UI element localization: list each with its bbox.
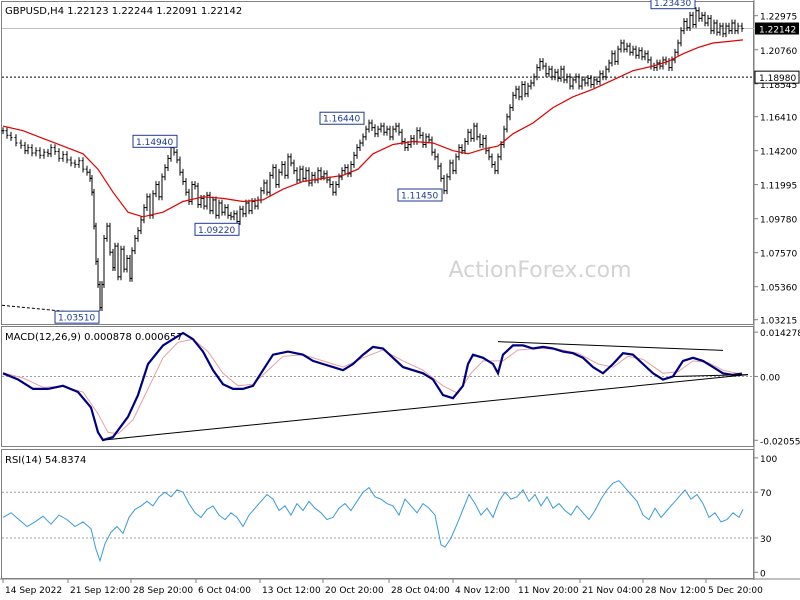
price-level-annotation: 1.11450 — [401, 192, 438, 202]
current-price-label: 1.22142 — [759, 26, 796, 36]
macd-y-tick-label: -0.020556 — [760, 437, 800, 447]
macd-pane — [1, 326, 754, 447]
price-pane-title: GBPUSD,H4 1.22123 1.22244 1.22091 1.2214… — [5, 6, 242, 17]
price-y-tick-label: 1.03215 — [760, 317, 797, 327]
x-tick-label: 20 Oct 20:00 — [325, 586, 384, 596]
x-tick-label: 28 Sep 20:00 — [133, 586, 193, 596]
price-y-tick-label: 1.22975 — [760, 13, 797, 23]
price-y-tick-label: 1.05360 — [760, 284, 797, 294]
rsi-y-tick-label: 30 — [760, 535, 772, 545]
price-series-layer: 1.23430 1.16440 1.14940 1.11450 1.09220 1.035… — [1, 0, 754, 324]
rsi-y-tick-label: 0 — [760, 569, 766, 579]
x-tick-label: 6 Oct 04:00 — [198, 586, 251, 596]
rsi-pane — [1, 449, 754, 579]
chart-canvas: ActionForex.com GBPUSD,H4 1.22123 1.2224… — [0, 0, 800, 596]
rsi-line — [2, 480, 744, 563]
price-level-annotation: 1.09220 — [198, 226, 235, 236]
moving-average-line — [2, 39, 744, 218]
x-tick-label: 4 Nov 12:00 — [455, 586, 510, 596]
price-y-tick-label: 1.20760 — [760, 47, 797, 57]
x-tick-label: 28 Nov 12:00 — [645, 586, 706, 596]
x-tick-label: 14 Sep 2022 — [5, 586, 62, 596]
watermark-text: ActionForex.com — [449, 258, 632, 283]
rsi-y-tick-label: 100 — [760, 455, 777, 465]
reference-level-label: 1.18980 — [759, 74, 796, 84]
macd-y-tick-label: 0.00 — [760, 373, 780, 383]
price-y-tick-label: 1.07570 — [760, 250, 797, 260]
rsi-pane-title: RSI(14) 54.8374 — [5, 455, 86, 466]
price-y-tick-label: 1.09780 — [760, 216, 797, 226]
chart-root: ActionForex.com GBPUSD,H4 1.22123 1.2224… — [0, 0, 800, 600]
x-tick-label: 5 Dec 20:00 — [708, 586, 763, 596]
price-y-tick-label: 1.11995 — [760, 182, 797, 192]
price-level-annotation: 1.03510 — [58, 314, 95, 324]
macd-pane-title: MACD(12,26,9) 0.000878 0.000657 — [5, 332, 183, 343]
rsi-y-tick-label: 70 — [760, 489, 772, 499]
x-tick-label: 28 Oct 04:00 — [391, 586, 450, 596]
macd-series-layer — [2, 331, 754, 442]
price-level-annotation: 1.23430 — [654, 0, 691, 9]
rsi-series-layer — [2, 480, 754, 563]
price-y-tick-label: 1.14200 — [760, 148, 797, 158]
price-y-tick-label: 1.16410 — [760, 114, 797, 124]
x-tick-label: 21 Nov 04:00 — [582, 586, 643, 596]
macd-y-tick-label: 0.014278 — [760, 329, 800, 339]
x-tick-label: 13 Oct 12:00 — [262, 586, 321, 596]
price-level-annotation: 1.14940 — [136, 138, 173, 148]
x-tick-label: 21 Sep 12:00 — [70, 586, 130, 596]
macd-trendline — [102, 374, 749, 441]
x-tick-label: 11 Nov 20:00 — [518, 586, 579, 596]
price-level-annotation: 1.16440 — [323, 115, 360, 125]
price-pane — [1, 1, 754, 325]
